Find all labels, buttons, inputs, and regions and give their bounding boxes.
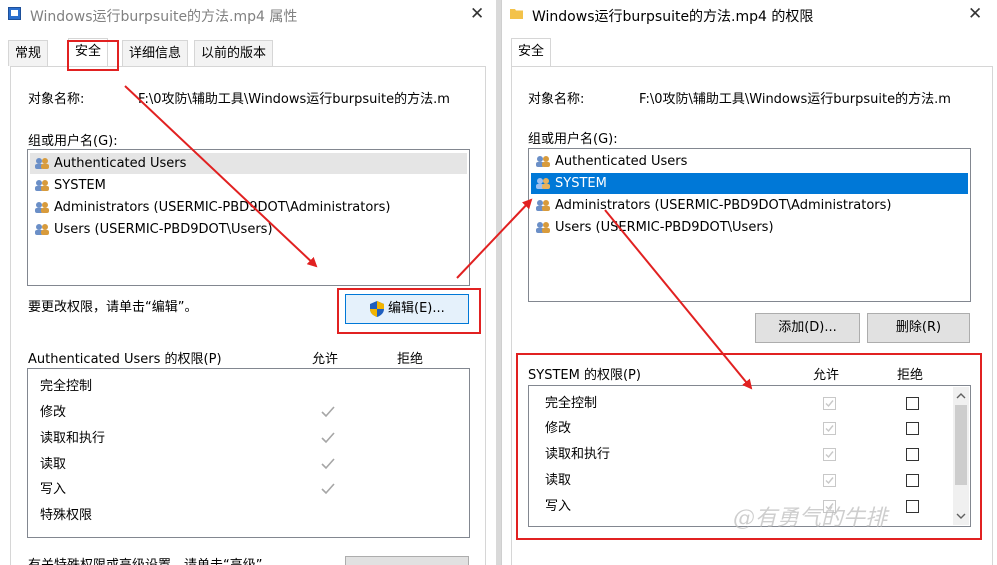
list-item[interactable]: Users (USERMIC-PBD9DOT\Users) <box>531 217 968 238</box>
object-name-label: 对象名称: <box>528 92 585 107</box>
user-name: Users (USERMIC-PBD9DOT\Users) <box>54 222 273 237</box>
deny-column-header: 拒绝 <box>397 352 424 367</box>
close-button[interactable]: ✕ <box>968 4 982 24</box>
user-name: SYSTEM <box>555 176 607 191</box>
permission-row: 完全控制 <box>40 379 93 394</box>
list-item[interactable]: Users (USERMIC-PBD9DOT\Users) <box>30 219 467 240</box>
users-icon <box>35 158 49 169</box>
object-name-label: 对象名称: <box>28 92 85 107</box>
add-button[interactable]: 添加(D)... <box>755 313 860 343</box>
folder-icon <box>510 9 523 19</box>
list-item-selected[interactable]: SYSTEM <box>531 173 968 194</box>
users-icon <box>536 156 550 167</box>
user-name: Users (USERMIC-PBD9DOT\Users) <box>555 220 774 235</box>
groups-label: 组或用户名(G): <box>528 132 618 147</box>
tab-details[interactable]: 详细信息 <box>122 40 189 66</box>
users-icon <box>35 224 49 235</box>
object-name-value: F:\0攻防\辅助工具\Windows运行burpsuite的方法.m <box>138 92 450 107</box>
advanced-button[interactable] <box>345 556 469 565</box>
list-item[interactable]: Authenticated Users <box>30 153 467 174</box>
close-button[interactable]: ✕ <box>470 4 484 24</box>
users-icon <box>536 222 550 233</box>
edit-hint: 要更改权限，请单击“编辑”。 <box>28 300 198 315</box>
permission-row: 读取和执行 <box>545 447 611 462</box>
user-name: Administrators (USERMIC-PBD9DOT\Administ… <box>54 200 391 215</box>
properties-dialog: Windows运行burpsuite的方法.mp4 属性 ✕ 常规 安全 详细信… <box>0 0 497 565</box>
allow-checkbox[interactable] <box>823 448 836 461</box>
edit-button[interactable]: 编辑(E)... <box>345 294 469 324</box>
allow-column-header: 允许 <box>813 368 840 383</box>
groups-label: 组或用户名(G): <box>28 134 118 149</box>
permission-row: 写入 <box>545 499 572 514</box>
permission-row: 修改 <box>40 405 67 420</box>
remove-button[interactable]: 删除(R) <box>867 313 970 343</box>
scrollbar-thumb[interactable] <box>955 405 967 485</box>
title-bar: Windows运行burpsuite的方法.mp4 属性 ✕ <box>0 0 496 30</box>
user-list[interactable]: Authenticated Users SYSTEM Administrator… <box>27 149 470 286</box>
permissions-dialog: Windows运行burpsuite的方法.mp4 的权限 ✕ 安全 对象名称:… <box>501 0 997 565</box>
deny-checkbox[interactable] <box>906 397 919 410</box>
deny-checkbox[interactable] <box>906 500 919 513</box>
scroll-down-icon[interactable] <box>956 511 966 521</box>
list-item[interactable]: Authenticated Users <box>531 151 968 172</box>
permission-row: 特殊权限 <box>40 508 93 523</box>
permission-row: 读取 <box>545 473 572 488</box>
window-title: Windows运行burpsuite的方法.mp4 属性 <box>30 9 298 25</box>
deny-column-header: 拒绝 <box>897 368 924 383</box>
allow-column-header: 允许 <box>312 352 339 367</box>
users-icon <box>35 180 49 191</box>
deny-checkbox[interactable] <box>906 448 919 461</box>
user-name: SYSTEM <box>54 178 106 193</box>
advanced-hint: 有关特殊权限或高级设置，请单击“高级”。 <box>28 554 275 565</box>
permissions-list: 完全控制 修改 读取和执行 读取 写入 <box>528 385 971 527</box>
permissions-scrollbar[interactable] <box>953 387 969 525</box>
permission-row: 读取 <box>40 457 67 472</box>
user-name: Authenticated Users <box>54 156 187 171</box>
allow-checkbox[interactable] <box>823 422 836 435</box>
file-icon <box>8 7 21 20</box>
user-name: Administrators (USERMIC-PBD9DOT\Administ… <box>555 198 892 213</box>
title-bar: Windows运行burpsuite的方法.mp4 的权限 ✕ <box>502 0 997 30</box>
scroll-up-icon[interactable] <box>956 391 966 401</box>
deny-checkbox[interactable] <box>906 474 919 487</box>
tab-general[interactable]: 常规 <box>8 40 49 66</box>
tab-security[interactable]: 安全 <box>511 38 552 66</box>
permission-row: 修改 <box>545 421 572 436</box>
checkmark-icon <box>321 406 335 418</box>
list-item[interactable]: Administrators (USERMIC-PBD9DOT\Administ… <box>531 195 968 216</box>
checkmark-icon <box>321 432 335 444</box>
users-icon <box>35 202 49 213</box>
checkmark-icon <box>321 483 335 495</box>
permissions-title: Authenticated Users 的权限(P) <box>28 352 222 367</box>
permissions-title: SYSTEM 的权限(P) <box>528 368 641 383</box>
permission-row: 写入 <box>40 482 67 497</box>
window-title: Windows运行burpsuite的方法.mp4 的权限 <box>532 9 814 25</box>
checkmark-icon <box>321 458 335 470</box>
tab-security[interactable]: 安全 <box>68 38 109 66</box>
user-name: Authenticated Users <box>555 154 688 169</box>
user-list[interactable]: Authenticated Users SYSTEM Administrator… <box>528 148 971 302</box>
deny-checkbox[interactable] <box>906 422 919 435</box>
permissions-list: 完全控制 修改 读取和执行 读取 写入 特殊权限 <box>27 368 470 538</box>
allow-checkbox[interactable] <box>823 500 836 513</box>
users-icon <box>536 200 550 211</box>
permission-row: 完全控制 <box>545 396 598 411</box>
users-icon <box>536 178 550 189</box>
allow-checkbox[interactable] <box>823 397 836 410</box>
uac-shield-icon <box>370 301 384 317</box>
allow-checkbox[interactable] <box>823 474 836 487</box>
list-item[interactable]: SYSTEM <box>30 175 467 196</box>
tab-previous-versions[interactable]: 以前的版本 <box>194 40 274 66</box>
object-name-value: F:\0攻防\辅助工具\Windows运行burpsuite的方法.m <box>639 92 951 107</box>
list-item[interactable]: Administrators (USERMIC-PBD9DOT\Administ… <box>30 197 467 218</box>
permission-row: 读取和执行 <box>40 431 106 446</box>
edit-button-label: 编辑(E)... <box>388 301 445 316</box>
